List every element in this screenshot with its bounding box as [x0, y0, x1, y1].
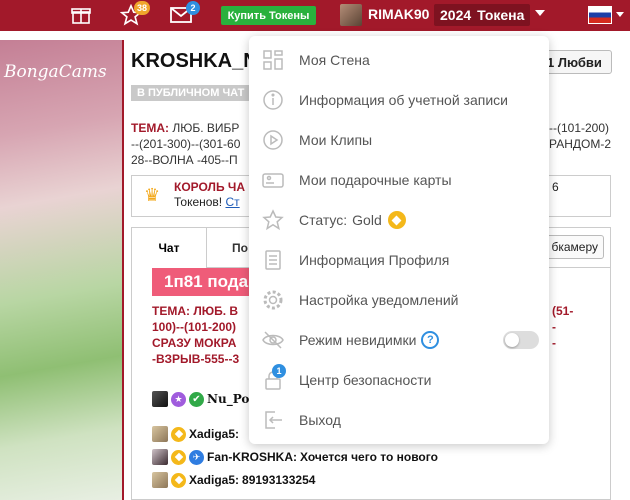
token-label: Токена — [477, 7, 525, 23]
menu-item-label: Настройка уведомлений — [299, 292, 459, 308]
document-icon — [261, 248, 285, 272]
chat-topic-line-1: ТЕМА: ЛЮБ. В — [152, 304, 239, 318]
menu-item-invisible-mode[interactable]: Режим невидимки ? — [249, 320, 549, 360]
gold-badge-icon — [171, 472, 186, 488]
topic-right-2: РАНДОМ-2 — [549, 137, 611, 151]
user-avatar[interactable] — [152, 472, 168, 488]
info-icon — [261, 88, 285, 112]
chat-topic-line-4: -ВЗРЫВ-555--3 — [152, 352, 240, 366]
menu-item-my-clips[interactable]: Мои Клипы — [249, 120, 549, 160]
chat-message: Xadiga5: — [152, 425, 239, 443]
gift-card-icon — [261, 168, 285, 192]
gift-icon[interactable] — [68, 3, 94, 27]
username[interactable]: RIMAK90 — [368, 6, 429, 22]
menu-item-notification-settings[interactable]: Настройка уведомлений — [249, 280, 549, 320]
blue-badge-icon: ✈ — [189, 449, 204, 465]
crown-icon: ♛ — [144, 185, 161, 205]
menu-item-label: Режим невидимки — [299, 332, 417, 348]
lock-icon: 1 — [261, 364, 286, 392]
chat-text: Хочется чего то нового — [300, 450, 438, 464]
menu-item-label: Выход — [299, 412, 341, 428]
russian-flag-icon[interactable] — [588, 6, 612, 24]
chat-username[interactable]: Xadiga5: — [189, 427, 239, 441]
language-caret-icon[interactable] — [616, 12, 624, 17]
king-link[interactable]: Ст — [225, 195, 239, 209]
user-avatar[interactable] — [152, 391, 168, 407]
chat-topic-right: (51- - - — [552, 303, 607, 351]
tab-chat[interactable]: Чат — [132, 228, 207, 268]
chat-username[interactable]: Nu_Po — [207, 392, 249, 406]
king-number: 6 — [552, 180, 559, 194]
menu-item-account-info[interactable]: Информация об учетной записи — [249, 80, 549, 120]
gold-badge-icon — [171, 426, 186, 442]
eye-off-icon — [261, 328, 285, 352]
mail-icon[interactable]: 2 — [168, 1, 200, 27]
purple-star-badge-icon: ★ — [171, 391, 186, 407]
mail-badge: 2 — [186, 1, 200, 15]
topic-line-2: --(201-300)--(301-60 — [131, 137, 241, 151]
topic-right-1: --(101-200) — [549, 121, 610, 135]
model-photo — [0, 40, 122, 500]
menu-item-label: Мои Клипы — [299, 132, 373, 148]
token-count: 2024 — [440, 7, 472, 23]
chat-message: Xadiga5: 89193133254 — [152, 471, 315, 489]
chat-topic-line-3: СРАЗУ МОКРА — [152, 336, 237, 350]
menu-item-logout[interactable]: Выход — [249, 400, 549, 440]
account-dropdown-menu: Моя Стена Информация об учетной записи М… — [249, 36, 549, 444]
menu-item-gift-cards[interactable]: Мои подарочные карты — [249, 160, 549, 200]
bongacams-logo: BongaCams — [4, 62, 107, 82]
chat-topic-line-2: 100)--(101-200) — [152, 320, 237, 334]
chat-username[interactable]: Xadiga5: — [189, 473, 239, 487]
user-avatar[interactable] — [152, 426, 168, 442]
menu-item-label: Мои подарочные карты — [299, 172, 452, 188]
logout-icon — [261, 408, 285, 432]
king-subtitle: Токенов! Ст — [174, 195, 240, 209]
stars-badge: 38 — [133, 1, 150, 15]
star-icon — [261, 208, 285, 232]
menu-item-label: Информация об учетной записи — [299, 92, 508, 108]
user-avatar[interactable] — [152, 449, 168, 465]
top-bar: 38 2 Купить Токены RIMAK90 2024 Токена — [0, 0, 630, 31]
king-title: КОРОЛЬ ЧА — [174, 180, 246, 194]
topic-label: ТЕМА: — [131, 121, 169, 135]
menu-item-security-center[interactable]: 1 Центр безопасности — [249, 360, 549, 400]
chat-message: ★ ✔ Nu_Po — [152, 390, 249, 408]
token-balance[interactable]: 2024 Токена — [434, 4, 531, 26]
menu-item-label: Статус: — [299, 212, 348, 228]
page-title: KROSHKA_N — [131, 50, 258, 72]
chat-username[interactable]: Fan-KROSHKA: — [207, 450, 297, 464]
menu-item-my-wall[interactable]: Моя Стена — [249, 40, 549, 80]
chat-topic-right-2: - — [552, 320, 556, 334]
public-chat-label: В ПУБЛИЧНОМ ЧАТ — [131, 85, 251, 101]
left-divider — [122, 40, 124, 500]
invisible-mode-toggle[interactable] — [503, 331, 539, 349]
topic-line-3: 28--ВОЛНА -405--П — [131, 153, 238, 167]
account-dropdown-caret-icon[interactable] — [535, 10, 545, 16]
security-badge: 1 — [272, 364, 286, 378]
buy-tokens-button[interactable]: Купить Токены — [221, 6, 316, 25]
gold-status-icon — [387, 211, 406, 229]
wall-icon — [261, 48, 285, 72]
help-icon[interactable]: ? — [421, 331, 440, 349]
menu-item-label: Информация Профиля — [299, 252, 450, 268]
star-icon[interactable]: 38 — [118, 1, 150, 27]
menu-item-profile-info[interactable]: Информация Профиля — [249, 240, 549, 280]
chat-topic-right-3: - — [552, 336, 556, 350]
menu-item-label: Моя Стена — [299, 52, 370, 68]
green-check-badge-icon: ✔ — [189, 391, 204, 407]
chat-message: ✈ Fan-KROSHKA: Хочется чего то нового — [152, 448, 438, 466]
gold-badge-icon — [171, 449, 186, 465]
status-value: Gold — [352, 212, 382, 228]
avatar[interactable] — [340, 4, 362, 26]
menu-item-label: Центр безопасности — [299, 372, 432, 388]
tab-other[interactable]: По — [232, 241, 248, 255]
chat-topic-right-1: (51- — [552, 304, 574, 318]
chat-text: 89193133254 — [242, 473, 316, 487]
room-topic-right: --(101-200) РАНДОМ-2 — [549, 120, 629, 152]
gear-icon — [261, 288, 285, 312]
menu-item-status[interactable]: Статус: Gold — [249, 200, 549, 240]
play-icon — [261, 128, 285, 152]
topic-text: ЛЮБ. ВИБР — [172, 121, 240, 135]
